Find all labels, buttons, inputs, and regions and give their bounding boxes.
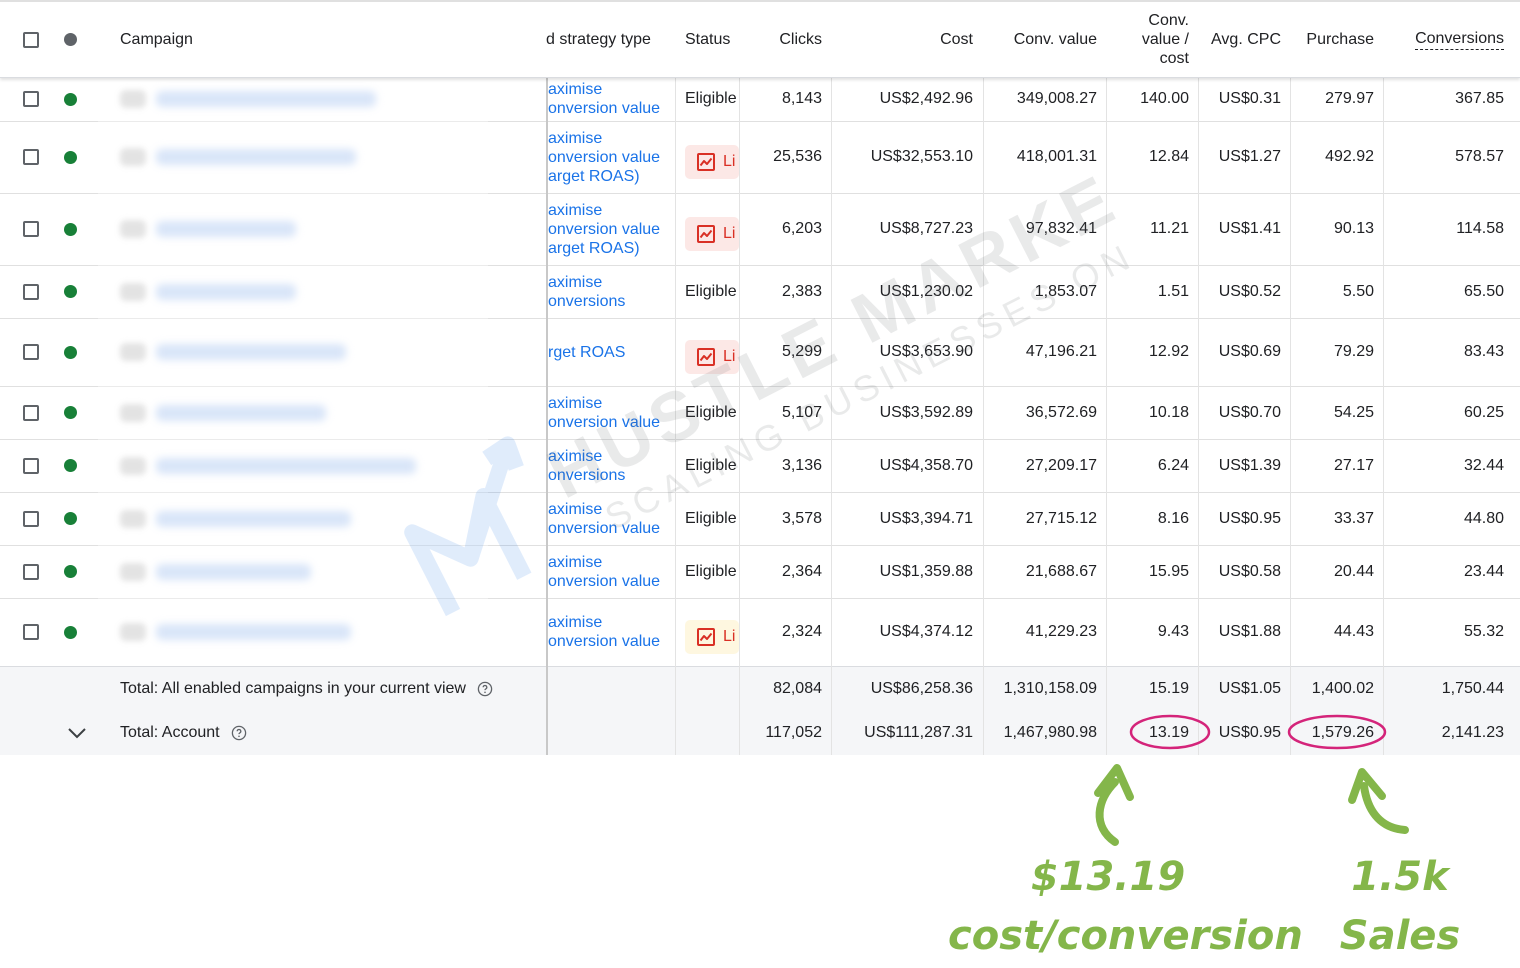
annotation-overlay xyxy=(1094,714,1409,846)
highlight-ellipse-purchase xyxy=(1287,714,1387,750)
highlight-ellipse-ratio xyxy=(1129,714,1211,750)
arrow-up-icon xyxy=(1348,768,1409,834)
arrow-up-icon xyxy=(1094,764,1134,846)
